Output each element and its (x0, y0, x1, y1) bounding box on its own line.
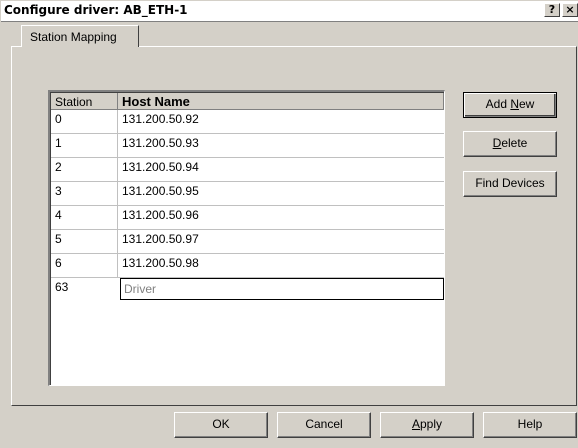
host-name-cell[interactable]: 131.200.50.93 (118, 134, 444, 158)
table-row[interactable]: 2 131.200.50.94 (51, 158, 444, 182)
find-devices-button[interactable]: Find Devices (463, 171, 557, 197)
window-title: Configure driver: AB_ETH-1 (4, 3, 188, 17)
column-header-host-name[interactable]: Host Name (118, 93, 444, 110)
add-new-label-post: ew (519, 97, 535, 111)
host-name-cell[interactable]: 131.200.50.92 (118, 110, 444, 134)
add-new-label-pre: Add (485, 97, 511, 111)
tab-station-mapping[interactable]: Station Mapping (21, 25, 139, 47)
station-mapping-table[interactable]: Station Host Name 0 131.200.50.92 1 131.… (48, 90, 445, 386)
station-cell[interactable]: 3 (51, 182, 118, 206)
apply-label-post: pply (420, 417, 443, 431)
table-row[interactable]: 0 131.200.50.92 (51, 110, 444, 134)
help-icon[interactable]: ? (544, 3, 560, 17)
help-button[interactable]: Help (483, 412, 577, 438)
cancel-button[interactable]: Cancel (277, 412, 371, 438)
table-row[interactable]: 6 131.200.50.98 (51, 254, 444, 278)
host-name-cell[interactable]: 131.200.50.96 (118, 206, 444, 230)
delete-button[interactable]: Delete (463, 131, 557, 157)
station-cell[interactable]: 63 (51, 278, 118, 302)
host-name-cell[interactable]: 131.200.50.97 (118, 230, 444, 254)
station-cell[interactable]: 4 (51, 206, 118, 230)
delete-accel: D (492, 136, 502, 150)
station-cell[interactable]: 6 (51, 254, 118, 278)
table-row[interactable]: 3 131.200.50.95 (51, 182, 444, 206)
tab-label: Station Mapping (30, 30, 117, 44)
column-header-station[interactable]: Station (51, 93, 118, 110)
add-new-accel: N (510, 97, 519, 111)
delete-label-post: elete (501, 136, 528, 150)
table-row[interactable]: 1 131.200.50.93 (51, 134, 444, 158)
host-name-cell[interactable]: 131.200.50.94 (118, 158, 444, 182)
ok-button[interactable]: OK (174, 412, 268, 438)
table-inner: Station Host Name 0 131.200.50.92 1 131.… (50, 92, 444, 385)
close-icon[interactable]: × (562, 3, 578, 17)
station-cell[interactable]: 0 (51, 110, 118, 134)
title-bar[interactable]: Configure driver: AB_ETH-1 ? × (1, 1, 578, 22)
driver-row[interactable]: 63 Driver (51, 278, 444, 302)
table-row[interactable]: 5 131.200.50.97 (51, 230, 444, 254)
station-cell[interactable]: 1 (51, 134, 118, 158)
host-name-edit-field[interactable]: Driver (120, 278, 444, 300)
apply-accel: A (411, 417, 420, 431)
apply-button[interactable]: Apply (380, 412, 474, 438)
add-new-button[interactable]: Add New (463, 92, 557, 118)
host-name-cell[interactable]: 131.200.50.95 (118, 182, 444, 206)
station-cell[interactable]: 5 (51, 230, 118, 254)
table-row[interactable]: 4 131.200.50.96 (51, 206, 444, 230)
station-cell[interactable]: 2 (51, 158, 118, 182)
host-name-cell[interactable]: 131.200.50.98 (118, 254, 444, 278)
configure-driver-dialog: Configure driver: AB_ETH-1 ? × Station M… (0, 0, 578, 448)
